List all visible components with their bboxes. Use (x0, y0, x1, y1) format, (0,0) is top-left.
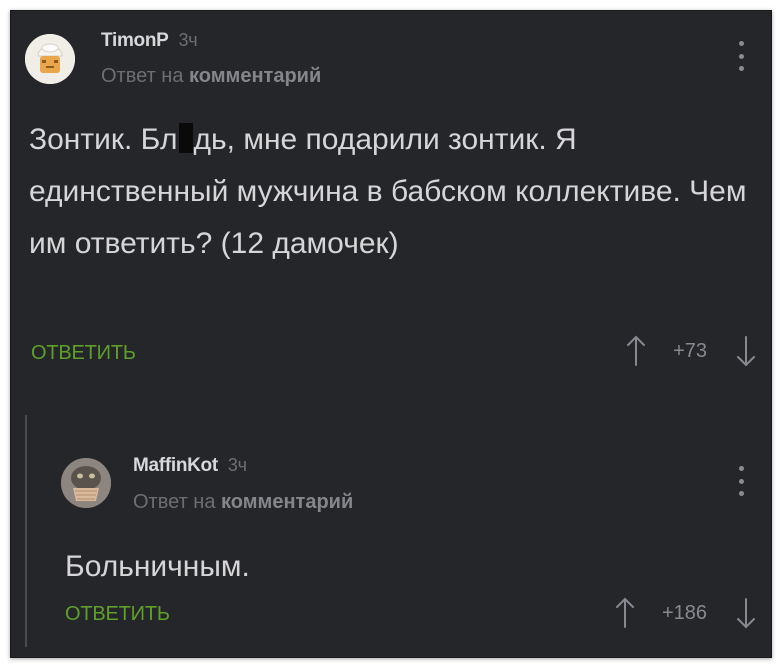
reply-target[interactable]: комментарий (189, 65, 321, 87)
comment-text: Зонтик. Бл дь, мне подарили зонтик. Я еди… (29, 123, 747, 260)
censor-bar (178, 123, 193, 153)
comment-text: Больничным. (65, 550, 250, 583)
reply-to-link[interactable]: Ответ на комментарий (101, 65, 321, 88)
comment-thread: TimonP 3ч Ответ на комментарий Зонтик. Бл… (10, 10, 772, 658)
reply-button[interactable]: ОТВЕТИТЬ (65, 603, 170, 626)
kebab-menu-icon[interactable] (738, 41, 744, 71)
timestamp: 3ч (227, 455, 247, 475)
vote-controls: +73 (625, 333, 757, 369)
vote-controls: +186 (614, 595, 757, 631)
arrow-down-icon[interactable] (735, 595, 757, 631)
author-name[interactable]: MaffinKot 3ч (133, 455, 247, 477)
reply-button[interactable]: ОТВЕТИТЬ (31, 342, 136, 365)
arrow-up-icon[interactable] (625, 333, 647, 369)
arrow-up-icon[interactable] (614, 595, 636, 631)
reply-to-link[interactable]: Ответ на комментарий (133, 491, 353, 514)
score: +73 (673, 339, 707, 362)
comment-timonp: TimonP 3ч Ответ на комментарий Зонтик. Бл… (11, 11, 771, 403)
avatar[interactable] (25, 34, 75, 84)
kebab-menu-icon[interactable] (738, 466, 744, 496)
timestamp: 3ч (178, 30, 198, 50)
score: +186 (661, 601, 707, 624)
arrow-down-icon[interactable] (735, 333, 757, 369)
avatar[interactable] (61, 458, 111, 508)
comment-maffinkot: MaffinKot 3ч Ответ на комментарий Больнич… (11, 403, 771, 657)
thread-line[interactable] (25, 415, 27, 647)
reply-target[interactable]: комментарий (221, 491, 353, 513)
author-name[interactable]: TimonP 3ч (101, 30, 198, 52)
